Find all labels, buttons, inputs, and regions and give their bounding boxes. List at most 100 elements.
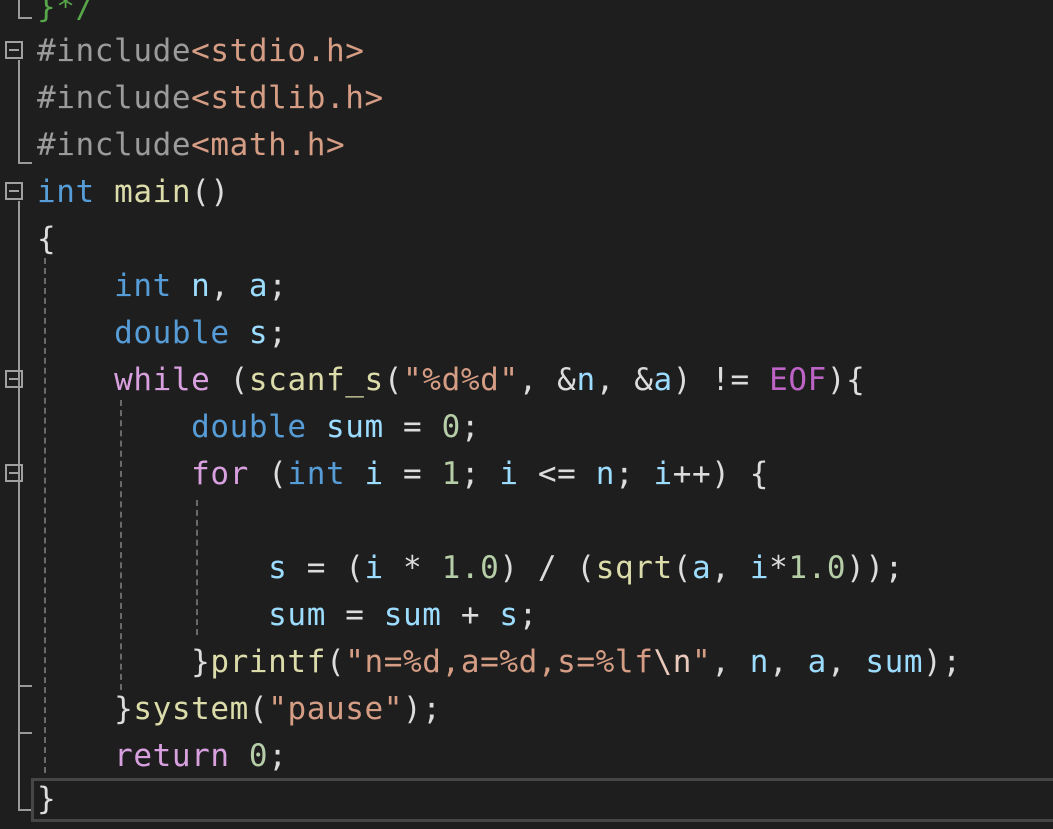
include-bracket: < [191,127,211,163]
collapse-icon[interactable] [5,464,23,482]
variable: s [248,315,269,351]
outline-line [18,17,32,19]
function-name: printf [210,644,326,680]
include-file: math.h [210,127,326,163]
outline-line [18,201,20,811]
brace: } [191,644,211,680]
variable: s [499,597,519,633]
punctuation: , [826,644,866,680]
preprocessor-directive: #include [37,127,192,163]
punctuation: , [210,268,249,304]
number-literal: 0 [441,409,461,445]
punctuation: ( [248,456,288,492]
outline-line [18,809,32,811]
punctuation: ) != [672,362,770,398]
operator: * [383,550,442,586]
punctuation: ( [248,691,269,727]
include-bracket: > [364,80,384,116]
control-keyword: while [114,362,211,398]
punctuation: ( [325,644,346,680]
variable: i [653,456,673,492]
code-line-0[interactable]: }*/ [37,0,95,31]
code-line-8[interactable]: while (scanf_s("%d%d", &n, &a) != EOF){ [37,357,865,404]
escape-sequence: \n [653,644,692,680]
punctuation: , [711,550,750,586]
operator: & [634,362,654,398]
variable: s [268,550,288,586]
macro: EOF [769,362,827,398]
code-line-5[interactable]: { [37,216,56,263]
variable: a [807,644,827,680]
comment-text: }*/ [37,0,95,25]
punctuation: ); [403,691,442,727]
control-keyword: for [191,456,249,492]
keyword: int [287,456,346,492]
brace: { [37,221,57,257]
string-literal: " [691,644,712,680]
collapse-icon[interactable] [5,182,23,200]
operator: & [557,362,577,398]
function-name: sqrt [595,550,673,586]
code-line-17[interactable]: } [37,776,56,823]
collapse-icon[interactable] [5,41,23,59]
include-file: stdlib.h [210,80,365,116]
operator: = [383,409,442,445]
code-line-16[interactable]: return 0; [37,733,287,780]
punctuation: , [595,362,635,398]
keyword: double [114,315,230,351]
code-line-12[interactable]: s = (i * 1.0) / (sqrt(a, i*1.0)); [37,545,904,592]
number-literal: 1.0 [441,550,500,586]
code-line-6[interactable]: int n, a; [37,263,287,310]
punctuation: ; [614,456,654,492]
code-line-14[interactable]: }printf("n=%d,a=%d,s=%lf\n", n, a, sum); [37,639,962,686]
code-line-10[interactable]: for (int i = 1; i <= n; i++) { [37,451,769,498]
punctuation: ); [923,644,962,680]
code-line-1[interactable]: #include<stdio.h> [37,28,365,75]
punctuation: )); [846,550,904,586]
function-name: main [114,174,192,210]
control-keyword: return [114,738,230,774]
code-editor[interactable]: }*/ #include<stdio.h> #include<stdlib.h>… [0,0,1053,829]
keyword: int [114,268,172,304]
code-line-15[interactable]: }system("pause"); [37,686,442,733]
include-file: stdio.h [210,33,346,69]
variable: i [499,456,519,492]
punctuation: ( [383,362,404,398]
variable: a [248,268,269,304]
include-bracket: > [325,127,346,163]
variable: i [364,456,384,492]
punctuation: ){ [826,362,866,398]
number-literal: 1.0 [788,550,847,586]
brace: } [37,781,57,817]
punctuation: () [191,174,230,210]
code-line-7[interactable]: double s; [37,310,287,357]
variable: n [595,456,615,492]
string-literal: "%d%d" [403,362,519,398]
code-line-13[interactable]: sum = sum + s; [37,592,538,639]
punctuation: ; [268,268,288,304]
variable: a [653,362,673,398]
variable: n [191,268,211,304]
punctuation: ; [460,409,481,445]
code-line-2[interactable]: #include<stdlib.h> [37,75,384,122]
collapse-icon[interactable] [5,370,23,388]
brace: } [114,691,134,727]
variable: sum [325,409,384,445]
operator: ++) { [672,456,770,492]
variable: a [692,550,712,586]
outline-line [18,60,20,164]
code-line-9[interactable]: double sum = 0; [37,404,480,451]
number-literal: 1 [441,456,461,492]
punctuation: ; [460,456,500,492]
code-line-3[interactable]: #include<math.h> [37,122,345,169]
code-line-4[interactable]: int main() [37,169,230,216]
keyword: int [37,174,95,210]
operator: = [383,456,442,492]
string-literal: "n=%d,a=%d,s=%lf [345,644,654,680]
keyword: double [191,409,307,445]
punctuation: ( [210,362,249,398]
operator: = [325,597,384,633]
current-line-highlight [31,778,1053,822]
variable: sum [383,597,442,633]
